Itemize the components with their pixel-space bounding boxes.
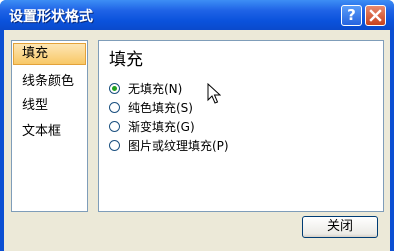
radio-button[interactable] — [109, 120, 120, 132]
fill-panel: 填充 无填充(N) 纯色填充(S) 渐变填充(G) 图片或纹理填充(P) — [98, 40, 384, 212]
sidebar-item-line-color[interactable]: 线条颜色 — [13, 71, 86, 93]
window-title: 设置形状格式 — [9, 9, 93, 25]
title-bar[interactable]: 设置形状格式 ? — [0, 0, 394, 30]
dialog-body: 填充 线条颜色 线型 文本框 填充 无填充(N) 纯色填充(S) 渐变填充(G)… — [4, 30, 390, 251]
radio-button[interactable] — [109, 101, 120, 113]
panel-heading: 填充 — [109, 50, 143, 70]
close-icon — [369, 9, 382, 22]
radio-button[interactable] — [109, 82, 120, 94]
option-solid-fill[interactable]: 纯色填充(S) — [109, 98, 193, 116]
sidebar-item-text-box[interactable]: 文本框 — [13, 121, 86, 143]
sidebar-item-fill[interactable]: 填充 — [13, 43, 86, 65]
sidebar-item-label: 线型 — [22, 98, 49, 113]
category-list: 填充 线条颜色 线型 文本框 — [11, 40, 88, 212]
option-gradient-fill[interactable]: 渐变填充(G) — [109, 117, 195, 135]
sidebar-item-label: 线条颜色 — [22, 74, 75, 89]
option-no-fill[interactable]: 无填充(N) — [109, 79, 182, 97]
question-mark-icon: ? — [347, 6, 356, 24]
sidebar-item-label: 文本框 — [22, 124, 62, 139]
sidebar-item-label: 填充 — [22, 46, 49, 61]
radio-button[interactable] — [109, 139, 120, 151]
option-label: 无填充(N) — [128, 81, 183, 96]
close-button[interactable]: 关闭 — [302, 216, 378, 238]
format-shape-dialog: 设置形状格式 ? 填充 线条颜色 线型 文本框 填充 无填充(N) 纯色填充(S… — [0, 0, 394, 251]
option-label: 纯色填充(S) — [128, 100, 193, 115]
sidebar-item-line-style[interactable]: 线型 — [13, 95, 86, 117]
help-button[interactable]: ? — [341, 5, 362, 26]
option-picture-texture-fill[interactable]: 图片或纹理填充(P) — [109, 136, 229, 154]
option-label: 图片或纹理填充(P) — [128, 138, 229, 153]
option-label: 渐变填充(G) — [128, 119, 195, 134]
mouse-pointer-icon — [207, 83, 221, 104]
window-close-button[interactable] — [365, 5, 386, 26]
